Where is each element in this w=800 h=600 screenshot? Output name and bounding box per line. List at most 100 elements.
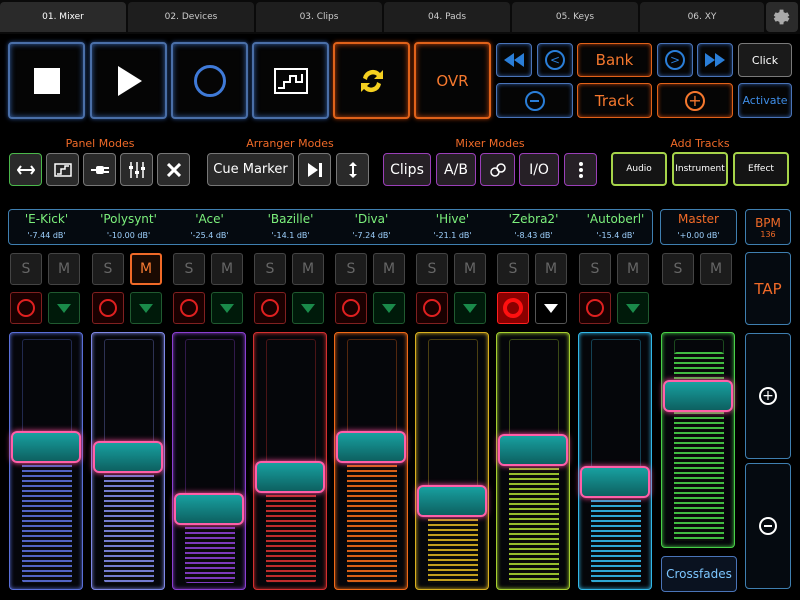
record-arm-button[interactable] bbox=[579, 292, 611, 324]
tab-pads[interactable]: 04. Pads bbox=[384, 2, 510, 32]
arranger-next-button[interactable] bbox=[298, 153, 331, 186]
mute-button[interactable]: M bbox=[48, 253, 80, 285]
mixer-mode-ab-button[interactable]: A/B bbox=[436, 153, 476, 186]
track-name[interactable]: 'Polysynt' bbox=[90, 212, 167, 226]
stop-button[interactable] bbox=[8, 42, 85, 119]
track-name[interactable]: 'E-Kick' bbox=[8, 212, 85, 226]
settings-gear-icon[interactable] bbox=[766, 2, 798, 32]
monitor-button[interactable] bbox=[454, 292, 486, 324]
track-prev-button[interactable] bbox=[496, 83, 573, 118]
activate-button[interactable]: Activate bbox=[738, 83, 792, 118]
monitor-button[interactable] bbox=[617, 292, 649, 324]
record-arm-button[interactable] bbox=[416, 292, 448, 324]
overdub-button[interactable]: OVR bbox=[414, 42, 491, 119]
solo-button[interactable]: S bbox=[173, 253, 205, 285]
mute-button[interactable]: M bbox=[617, 253, 649, 285]
track-name[interactable]: 'Ace' bbox=[171, 212, 248, 226]
solo-button[interactable]: S bbox=[579, 253, 611, 285]
tap-tempo-button[interactable]: TAP bbox=[745, 252, 791, 325]
add-audio-track-button[interactable]: Audio bbox=[611, 152, 667, 186]
solo-button[interactable]: S bbox=[92, 253, 124, 285]
record-button[interactable] bbox=[171, 42, 248, 119]
track-name[interactable]: 'Diva' bbox=[333, 212, 410, 226]
mute-button[interactable]: M bbox=[211, 253, 243, 285]
mixer-mode-clips-button[interactable]: Clips bbox=[383, 153, 431, 186]
crossfades-button[interactable]: Crossfades bbox=[661, 556, 737, 592]
mixer-mode-sends-button[interactable] bbox=[480, 153, 515, 186]
track-fader[interactable] bbox=[578, 332, 652, 590]
track-name[interactable]: 'Zebra2' bbox=[495, 212, 572, 226]
monitor-button[interactable] bbox=[373, 292, 405, 324]
panel-mode-2-button[interactable] bbox=[46, 153, 79, 186]
fader-knob[interactable] bbox=[663, 380, 733, 412]
add-effect-track-button[interactable]: Effect bbox=[733, 152, 789, 186]
track-fader[interactable] bbox=[496, 332, 570, 590]
solo-button[interactable]: S bbox=[662, 253, 694, 285]
mute-button[interactable]: M bbox=[454, 253, 486, 285]
tab-keys[interactable]: 05. Keys bbox=[512, 2, 638, 32]
solo-button[interactable]: S bbox=[497, 253, 529, 285]
tab-xy[interactable]: 06. XY bbox=[640, 2, 764, 32]
tab-devices[interactable]: 02. Devices bbox=[128, 2, 254, 32]
panel-mode-4-button[interactable] bbox=[120, 153, 153, 186]
monitor-button[interactable] bbox=[211, 292, 243, 324]
bank-prev-button[interactable]: < bbox=[537, 43, 573, 77]
fader-knob[interactable] bbox=[417, 485, 487, 517]
master-name[interactable]: Master bbox=[660, 212, 737, 226]
mute-button[interactable]: M bbox=[292, 253, 324, 285]
track-name[interactable]: 'Autoberl' bbox=[577, 212, 654, 226]
fader-knob[interactable] bbox=[11, 431, 81, 463]
solo-button[interactable]: S bbox=[416, 253, 448, 285]
fader-knob[interactable] bbox=[255, 461, 325, 493]
fast-forward-button[interactable] bbox=[697, 43, 733, 77]
track-fader[interactable] bbox=[91, 332, 165, 590]
tempo-increase-button[interactable]: + bbox=[745, 333, 791, 459]
track-fader[interactable] bbox=[172, 332, 246, 590]
add-instrument-track-button[interactable]: Instrument bbox=[672, 152, 728, 186]
panel-mode-3-button[interactable] bbox=[83, 153, 116, 186]
record-arm-button[interactable] bbox=[497, 292, 529, 324]
mixer-mode-io-button[interactable]: I/O bbox=[519, 153, 559, 186]
record-arm-button[interactable] bbox=[254, 292, 286, 324]
monitor-button[interactable] bbox=[535, 292, 567, 324]
track-fader[interactable] bbox=[253, 332, 327, 590]
arranger-expand-button[interactable] bbox=[336, 153, 369, 186]
fader-knob[interactable] bbox=[336, 431, 406, 463]
tempo-decrease-button[interactable] bbox=[745, 463, 791, 589]
loop-button[interactable] bbox=[333, 42, 410, 119]
fader-knob[interactable] bbox=[93, 441, 163, 473]
track-fader[interactable] bbox=[9, 332, 83, 590]
track-name[interactable]: 'Hive' bbox=[414, 212, 491, 226]
play-button[interactable] bbox=[90, 42, 167, 119]
bpm-display[interactable]: BPM 136 bbox=[745, 209, 791, 245]
panel-mode-5-button[interactable] bbox=[157, 153, 190, 186]
tab-mixer[interactable]: 01. Mixer bbox=[0, 2, 126, 32]
automation-button[interactable] bbox=[252, 42, 329, 119]
solo-button[interactable]: S bbox=[335, 253, 367, 285]
mute-button[interactable]: M bbox=[535, 253, 567, 285]
tab-clips[interactable]: 03. Clips bbox=[256, 2, 382, 32]
record-arm-button[interactable] bbox=[10, 292, 42, 324]
monitor-button[interactable] bbox=[292, 292, 324, 324]
track-fader[interactable] bbox=[415, 332, 489, 590]
solo-button[interactable]: S bbox=[254, 253, 286, 285]
track-name[interactable]: 'Bazille' bbox=[252, 212, 329, 226]
rewind-button[interactable] bbox=[496, 43, 532, 77]
record-arm-button[interactable] bbox=[335, 292, 367, 324]
mute-button[interactable]: M bbox=[373, 253, 405, 285]
mute-button[interactable]: M bbox=[130, 253, 162, 285]
track-next-button[interactable]: + bbox=[657, 83, 733, 118]
mute-button[interactable]: M bbox=[700, 253, 732, 285]
record-arm-button[interactable] bbox=[92, 292, 124, 324]
click-button[interactable]: Click bbox=[738, 43, 792, 77]
fader-knob[interactable] bbox=[174, 493, 244, 525]
mixer-mode-more-button[interactable] bbox=[564, 153, 597, 186]
bank-next-button[interactable]: > bbox=[657, 43, 693, 77]
fader-knob[interactable] bbox=[580, 466, 650, 498]
panel-mode-1-button[interactable] bbox=[9, 153, 42, 186]
track-fader[interactable] bbox=[334, 332, 408, 590]
solo-button[interactable]: S bbox=[10, 253, 42, 285]
cue-marker-button[interactable]: Cue Marker bbox=[207, 153, 294, 186]
record-arm-button[interactable] bbox=[173, 292, 205, 324]
monitor-button[interactable] bbox=[130, 292, 162, 324]
